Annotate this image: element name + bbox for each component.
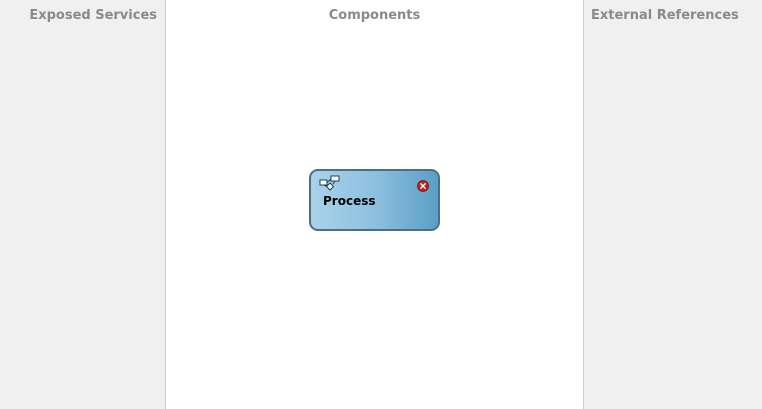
- exposed-services-lane[interactable]: Exposed Services: [0, 0, 166, 409]
- composite-editor: Exposed Services Components Process Exte…: [0, 0, 762, 409]
- external-references-title: External References: [591, 8, 739, 23]
- components-lane[interactable]: Components Process: [166, 0, 584, 409]
- component-label: Process: [323, 194, 376, 208]
- process-flow-icon: [319, 175, 341, 195]
- error-icon[interactable]: [417, 177, 429, 192]
- components-title: Components: [328, 8, 421, 23]
- process-component[interactable]: Process: [309, 169, 440, 231]
- exposed-services-title: Exposed Services: [29, 8, 157, 23]
- external-references-lane[interactable]: External References: [584, 0, 762, 409]
